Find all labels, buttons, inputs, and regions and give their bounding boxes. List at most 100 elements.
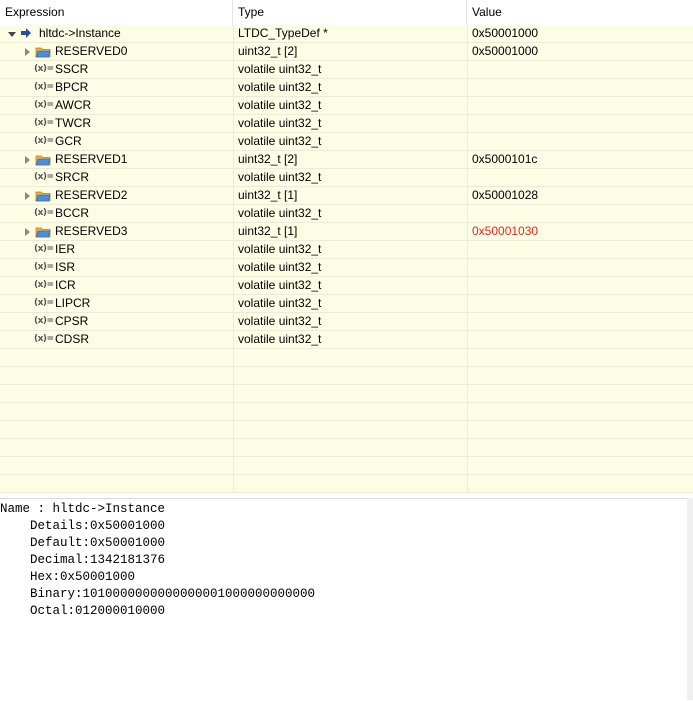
- variable-icon: (x)=: [34, 100, 54, 110]
- collapse-twisty-icon[interactable]: [25, 48, 30, 56]
- expression-name: RESERVED0: [55, 44, 128, 58]
- tree-row[interactable]: (x)= BCCR volatile uint32_t: [0, 205, 693, 223]
- variable-icon: (x)=: [34, 64, 54, 74]
- column-divider: [233, 439, 234, 456]
- variable-icon: (x)=: [34, 82, 54, 92]
- column-divider: [233, 223, 234, 240]
- tree-row[interactable]: RESERVED3 uint32_t [1] 0x50001030: [0, 223, 693, 241]
- column-divider: [467, 223, 468, 240]
- type-cell: volatile uint32_t: [238, 332, 322, 346]
- expression-name: hltdc->Instance: [39, 26, 121, 40]
- array-folder-icon: [35, 154, 51, 166]
- collapse-twisty-icon[interactable]: [25, 228, 30, 236]
- details-value-line: Octal:012000010000: [0, 604, 166, 618]
- expression-cell: (x)= TWCR: [0, 115, 233, 132]
- expressions-view: Expression Type Value hltdc->Instance LTD…: [0, 0, 693, 498]
- type-cell: volatile uint32_t: [238, 62, 322, 76]
- expand-twisty-icon[interactable]: [8, 32, 16, 37]
- column-divider: [467, 367, 468, 384]
- tree-row[interactable]: RESERVED0 uint32_t [2] 0x50001000: [0, 43, 693, 61]
- tree-row[interactable]: (x)= SRCR volatile uint32_t: [0, 169, 693, 187]
- column-header-expression[interactable]: Expression: [0, 0, 233, 25]
- type-cell: uint32_t [2]: [238, 152, 298, 166]
- column-divider: [233, 367, 234, 384]
- column-divider: [233, 169, 234, 186]
- tree-row[interactable]: (x)= TWCR volatile uint32_t: [0, 115, 693, 133]
- variable-icon: (x)=: [34, 136, 54, 146]
- variable-icon: (x)=: [34, 208, 54, 218]
- expression-cell: (x)= GCR: [0, 133, 233, 150]
- array-folder-icon: [35, 190, 51, 202]
- column-divider: [233, 475, 234, 492]
- tree-row[interactable]: (x)= IER volatile uint32_t: [0, 241, 693, 259]
- value-cell: 0x50001030: [472, 224, 539, 238]
- tree-row[interactable]: (x)= ICR volatile uint32_t: [0, 277, 693, 295]
- variable-icon: (x)=: [34, 316, 54, 326]
- value-cell: [472, 61, 692, 78]
- variable-icon: (x)=: [34, 262, 54, 272]
- type-cell: volatile uint32_t: [238, 116, 322, 130]
- tree-row[interactable]: (x)= CDSR volatile uint32_t: [0, 331, 693, 349]
- details-scrollbar[interactable]: [687, 498, 693, 700]
- column-divider: [233, 241, 234, 258]
- expression-cell: RESERVED0: [0, 43, 233, 60]
- column-header: Expression Type Value: [0, 0, 693, 26]
- tree-row[interactable]: (x)= BPCR volatile uint32_t: [0, 79, 693, 97]
- type-cell: LTDC_TypeDef *: [238, 26, 328, 40]
- type-cell: uint32_t [2]: [238, 44, 298, 58]
- tree-row[interactable]: (x)= LIPCR volatile uint32_t: [0, 295, 693, 313]
- column-divider: [467, 295, 468, 312]
- type-cell: volatile uint32_t: [238, 134, 322, 148]
- collapse-twisty-icon[interactable]: [25, 192, 30, 200]
- column-divider: [233, 79, 234, 96]
- type-cell: volatile uint32_t: [238, 206, 322, 220]
- variable-icon: (x)=: [34, 172, 54, 182]
- type-cell: volatile uint32_t: [238, 278, 322, 292]
- type-cell: volatile uint32_t: [238, 260, 322, 274]
- column-divider: [233, 277, 234, 294]
- column-divider: [233, 97, 234, 114]
- column-divider: [233, 259, 234, 276]
- tree-row[interactable]: RESERVED1 uint32_t [2] 0x5000101c: [0, 151, 693, 169]
- tree-row[interactable]: RESERVED2 uint32_t [1] 0x50001028: [0, 187, 693, 205]
- column-header-type[interactable]: Type: [233, 0, 467, 25]
- tree-row[interactable]: (x)= SSCR volatile uint32_t: [0, 61, 693, 79]
- column-divider: [467, 457, 468, 474]
- type-cell: volatile uint32_t: [238, 314, 322, 328]
- column-divider: [467, 331, 468, 348]
- variable-icon: (x)=: [34, 244, 54, 254]
- tree-row[interactable]: (x)= ISR volatile uint32_t: [0, 259, 693, 277]
- tree-row[interactable]: (x)= AWCR volatile uint32_t: [0, 97, 693, 115]
- column-divider: [467, 205, 468, 222]
- expression-name: ICR: [55, 278, 76, 292]
- tree-row[interactable]: (x)= GCR volatile uint32_t: [0, 133, 693, 151]
- column-divider: [467, 349, 468, 366]
- column-divider: [467, 115, 468, 132]
- empty-row: [0, 367, 693, 385]
- column-header-value[interactable]: Value: [467, 0, 693, 25]
- column-divider: [467, 169, 468, 186]
- expression-name: TWCR: [55, 116, 91, 130]
- value-cell: [472, 97, 692, 114]
- column-divider: [233, 403, 234, 420]
- tree-row[interactable]: hltdc->Instance LTDC_TypeDef * 0x50001000: [0, 25, 693, 43]
- collapse-twisty-icon[interactable]: [25, 156, 30, 164]
- expression-cell: (x)= AWCR: [0, 97, 233, 114]
- value-cell: [472, 295, 692, 312]
- column-divider: [467, 385, 468, 402]
- column-divider: [467, 133, 468, 150]
- expression-name: RESERVED3: [55, 224, 128, 238]
- details-pane[interactable]: Name : hltdc->Instance Details:0x5000100…: [0, 498, 693, 701]
- expression-cell: (x)= IER: [0, 241, 233, 258]
- expression-cell: RESERVED3: [0, 223, 233, 240]
- tree-row[interactable]: (x)= CPSR volatile uint32_t: [0, 313, 693, 331]
- array-folder-icon: [35, 46, 51, 58]
- variable-icon: (x)=: [34, 118, 54, 128]
- expression-cell: (x)= ICR: [0, 277, 233, 294]
- column-divider: [467, 403, 468, 420]
- value-cell: 0x50001028: [472, 188, 539, 202]
- expression-cell: (x)= LIPCR: [0, 295, 233, 312]
- expression-name: RESERVED2: [55, 188, 128, 202]
- expression-name: SSCR: [55, 62, 89, 76]
- column-divider: [467, 43, 468, 60]
